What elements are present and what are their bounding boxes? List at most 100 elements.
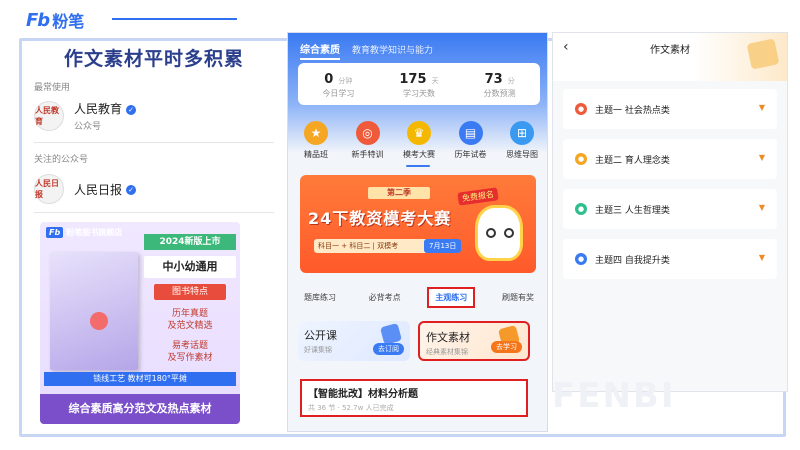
seg-zhuguan[interactable]: 主观练习 (427, 287, 476, 308)
balloon-icon (90, 312, 108, 330)
stats-card: 0 分钟今日学习 175 天学习天数 73 分分数预测 (298, 63, 540, 105)
verified-icon: ✓ (126, 104, 137, 115)
chevron-down-icon: ▼ (758, 203, 765, 212)
feature-jingpinban[interactable]: ★ 精品班 (292, 121, 340, 160)
mock-exam-banner[interactable]: 第二季 24下教资模考大赛 免费报名 科目一 + 科目二 | 双模考 7月13日 (300, 175, 536, 273)
verified-icon: ✓ (126, 185, 137, 195)
stat-unit: 分钟 (338, 77, 353, 85)
avatar: 人民日报 (34, 174, 64, 204)
slide: Fb 粉笔 作文素材平时多积累 最常使用 人民教育 人民教育 ✓ 公众号 关注的公… (0, 0, 800, 450)
stat-today: 0 分钟今日学习 (298, 63, 379, 105)
stat-num: 175 (399, 72, 427, 87)
account-type: 公众号 (74, 122, 102, 132)
topic-label: 主题一 社会热点类 (595, 105, 670, 116)
feature-lishi[interactable]: ▤ 历年试卷 (447, 121, 495, 160)
feature-xinshou[interactable]: ◎ 新手特训 (344, 121, 392, 160)
topic-4[interactable]: ● 主题四 自我提升类 ▼ (563, 239, 777, 279)
stat-label: 分数预测 (483, 89, 516, 98)
smart-grading-item[interactable]: 【智能批改】材料分析题 共 36 节 · 52.7w 人已完成 (300, 379, 528, 417)
logo-latin: Fb (26, 9, 50, 31)
book-cover-image (50, 252, 138, 370)
mindmap-icon: ⊞ (510, 121, 534, 145)
app-home-screen: 综合素质 教育教学知识与能力 0 分钟今日学习 175 天学习天数 73 分分数… (287, 32, 548, 432)
free-signup-tag: 免费报名 (457, 187, 499, 206)
stat-unit: 分 (507, 77, 515, 85)
printer-icon: ▤ (458, 121, 483, 145)
topic-icon: ● (575, 103, 587, 115)
trophy-icon: ♛ (407, 121, 431, 145)
divider (34, 142, 274, 143)
carousel-indicator (406, 165, 430, 167)
left-title: 作文素材平时多积累 (64, 48, 245, 70)
topic-label: 主题四 自我提升类 (595, 255, 670, 266)
follow-label: 关注的公众号 (34, 155, 89, 165)
chevron-down-icon: ▼ (758, 103, 765, 112)
open-course-card[interactable]: 公开课 好课集锦 去订阅 (298, 321, 410, 361)
feature-2b: 及写作素材 (167, 353, 213, 363)
feature-label: 思维导图 (506, 150, 538, 159)
feature-label: 新手特训 (351, 150, 384, 159)
store-logo: Fb (46, 226, 64, 238)
topic-label: 主题二 育人理念类 (595, 155, 670, 166)
topic-icon: ● (575, 253, 587, 265)
logo-text: 粉笔 (52, 12, 85, 31)
mascot-icon (475, 205, 523, 261)
seg-shuati[interactable]: 刷题有奖 (496, 289, 540, 306)
binding-note: 锁线工艺 教材可180°平摊 (44, 372, 236, 386)
account-name: 人民教育 (74, 102, 123, 116)
feature-mokao[interactable]: ♛ 模考大赛 (395, 121, 443, 160)
chevron-down-icon: ▼ (758, 253, 765, 262)
feature-label: 精品班 (304, 150, 328, 159)
topic-icon: ● (575, 153, 587, 165)
tab-jiaoyujiaoxue[interactable]: 教育教学知识与能力 (352, 43, 433, 56)
back-icon[interactable]: ‹ (563, 39, 569, 55)
topic-3[interactable]: ● 主题三 人生哲理类 ▼ (563, 189, 777, 229)
scope-label: 中小幼通用 (144, 256, 236, 278)
practice-segments: 题库练习 必背考点 主观练习 刷题有奖 (298, 287, 540, 308)
eye (504, 228, 514, 238)
topic-2[interactable]: ● 主题二 育人理念类 ▼ (563, 139, 777, 179)
features-title: 图书特点 (154, 284, 226, 300)
feature-1a: 历年真题 (171, 309, 208, 319)
feature-siwei[interactable]: ⊞ 思维导图 (498, 121, 546, 160)
feature-label: 历年试卷 (454, 150, 487, 159)
account-renminjiaoyu[interactable]: 人民教育 人民教育 ✓ 公众号 (34, 100, 137, 132)
topic-icon: ● (575, 203, 587, 215)
topic-label: 主题三 人生哲理类 (595, 205, 670, 216)
banner-title: 24下教资模考大赛 (308, 209, 452, 228)
topic-1[interactable]: ● 主题一 社会热点类 ▼ (563, 89, 777, 129)
recent-label: 最常使用 (34, 83, 71, 93)
stat-days: 175 天学习天数 (379, 63, 460, 105)
class-icon: ★ (304, 121, 328, 145)
practice-title: 【智能批改】材料分析题 (308, 389, 418, 400)
account-renminribao[interactable]: 人民日报 人民日报 ✓ (34, 174, 137, 204)
essay-material-card[interactable]: 作文素材 经典素材集锦 去学习 (418, 321, 530, 361)
stat-num: 73 (484, 72, 503, 87)
account-name: 人民日报 (74, 182, 123, 197)
subscribe-button[interactable]: 去订阅 (373, 343, 404, 355)
header-rule (112, 18, 237, 20)
study-button[interactable]: 去学习 (491, 341, 522, 353)
subject-tabs: 综合素质 教育教学知识与能力 (300, 41, 433, 60)
banner-date: 7月13日 (424, 239, 462, 253)
seg-bibei[interactable]: 必背考点 (363, 289, 407, 306)
stat-num: 0 (324, 72, 334, 87)
feature-2a: 易考话题 (171, 341, 208, 351)
avatar: 人民教育 (34, 101, 64, 131)
feature-1b: 及范文精选 (167, 321, 213, 331)
stat-label: 今日学习 (322, 89, 355, 98)
seg-tiku[interactable]: 题库练习 (298, 289, 342, 306)
practice-meta: 共 36 节 · 52.7w 人已完成 (308, 404, 394, 412)
target-icon: ◎ (355, 121, 380, 145)
essay-material-screen: 作文素材 ‹ ● 主题一 社会热点类 ▼ ● 主题二 育人理念类 ▼ ● 主题三 人生哲理… (552, 32, 788, 392)
brand-watermark: FENBI (552, 376, 676, 412)
store-name: 粉笔图书旗舰店 (66, 227, 123, 237)
book-ad: Fb 粉笔图书旗舰店 2024新版上市 中小幼通用 图书特点 历年真题 及范文精选… (40, 222, 240, 424)
new-edition-badge: 2024新版上市 (144, 234, 236, 250)
stat-unit: 天 (431, 77, 439, 85)
tab-zonghesuzhi[interactable]: 综合素质 (300, 41, 340, 60)
product-name: 综合素质高分范文及热点素材 (40, 394, 240, 424)
eye (486, 228, 496, 238)
feature-label: 模考大赛 (403, 150, 435, 159)
stat-score: 73 分分数预测 (459, 63, 540, 105)
